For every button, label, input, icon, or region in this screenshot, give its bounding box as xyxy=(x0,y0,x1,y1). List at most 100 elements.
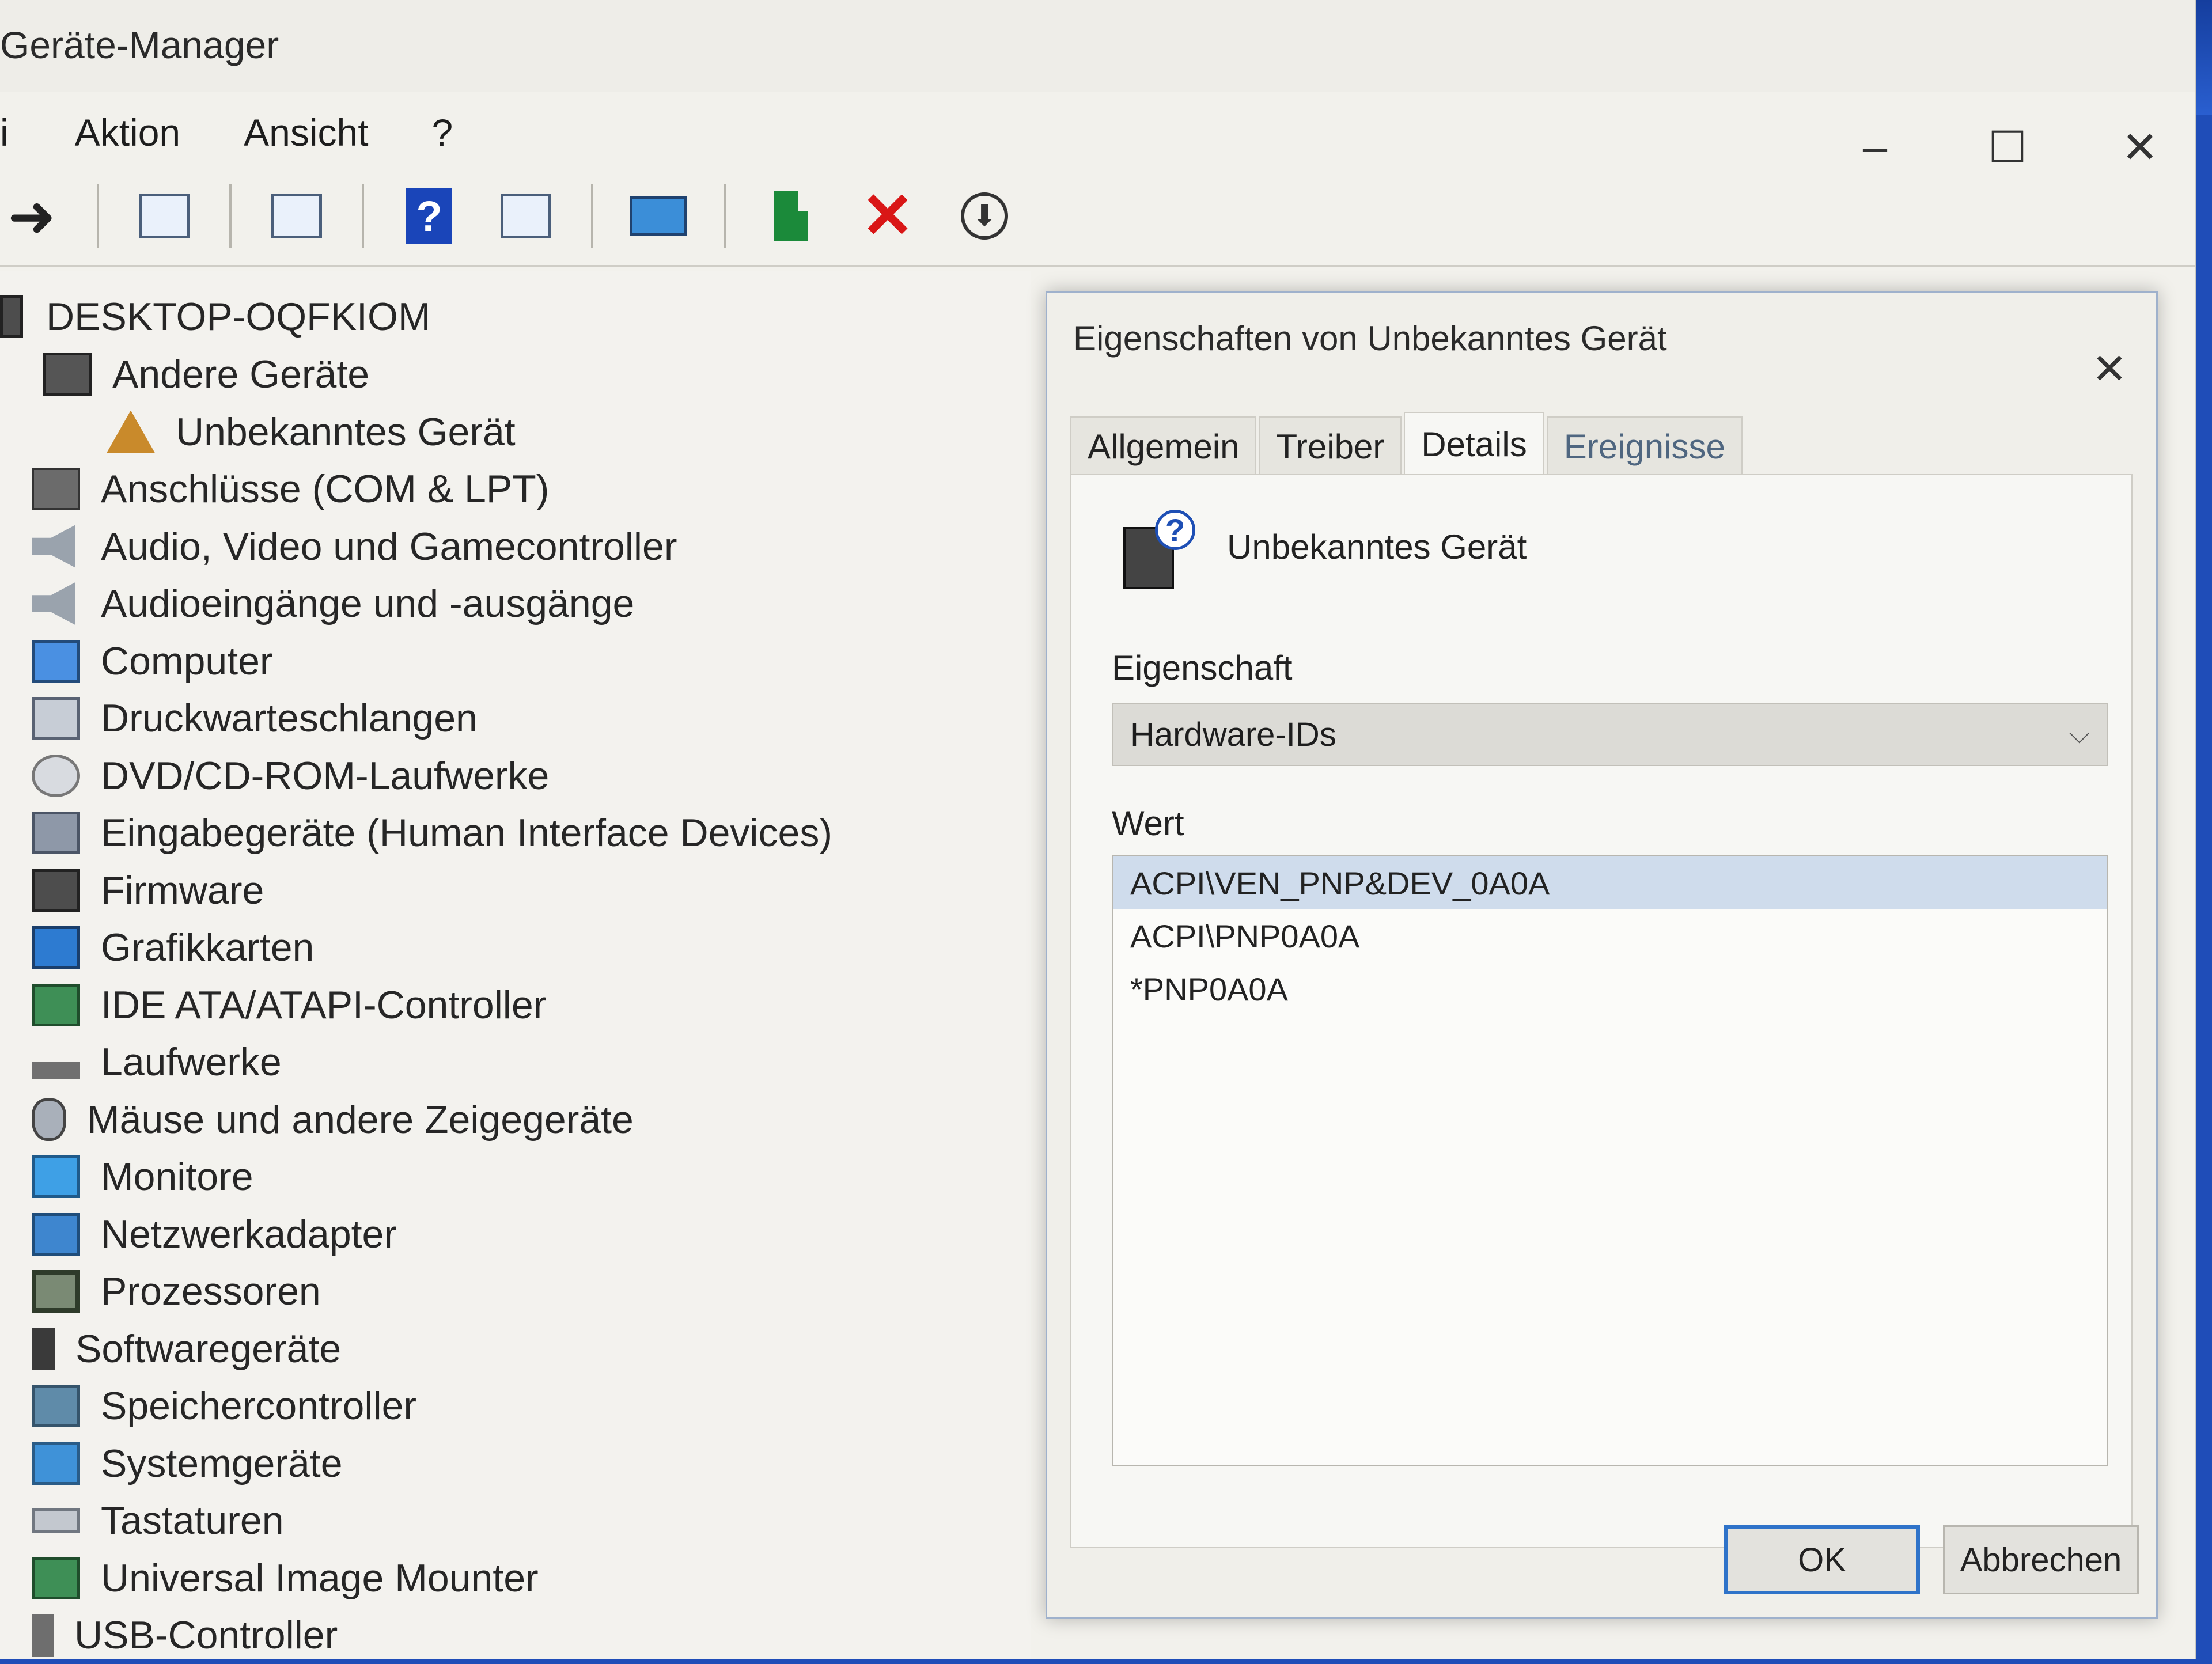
menu-ansicht[interactable]: Ansicht xyxy=(212,111,400,154)
menu-help[interactable]: ? xyxy=(400,111,485,154)
view-details-icon xyxy=(501,194,551,238)
tree-category-item[interactable]: Mäuse und andere Zeigegeräte xyxy=(32,1091,634,1148)
tab-ereignisse[interactable]: Ereignisse xyxy=(1546,416,1743,475)
tree-category-item[interactable]: Eingabegeräte (Human Interface Devices) xyxy=(32,804,832,862)
display-adapter-icon xyxy=(32,926,80,969)
scan-hardware-button[interactable] xyxy=(627,184,690,248)
hid-icon xyxy=(32,812,80,854)
download-glyph: ⬇ xyxy=(972,199,997,233)
firmware-icon xyxy=(32,869,80,912)
tree-category-item[interactable]: Druckwarteschlangen xyxy=(32,689,478,747)
tree-category-item[interactable]: Audioeingänge und -ausgänge xyxy=(32,575,634,632)
tree-category-item[interactable]: Firmware xyxy=(32,862,264,919)
toolbar-separator xyxy=(229,184,232,248)
toolbar: ➜ ? ✕ ⬇ xyxy=(0,167,2195,267)
properties-dialog: Eigenschaften von Unbekanntes Gerät ✕ Al… xyxy=(1046,291,2158,1619)
enable-device-button[interactable]: ⬇ xyxy=(953,184,1016,248)
menu-aktion[interactable]: Aktion xyxy=(43,111,212,154)
back-arrow-icon: ➜ xyxy=(7,184,56,249)
tree-item-label: Audioeingänge und -ausgänge xyxy=(101,582,635,626)
tree-category-item[interactable]: Monitore xyxy=(32,1148,253,1206)
tree-item-label: IDE ATA/ATAPI-Controller xyxy=(101,983,547,1027)
properties-pane-icon xyxy=(139,194,190,238)
tree-root[interactable]: DESKTOP-OQFKIOM xyxy=(0,288,430,346)
dialog-close-button[interactable]: ✕ xyxy=(2092,344,2127,394)
chevron-down-icon: ⌵ xyxy=(2069,719,2090,749)
tree-category-item[interactable]: IDE ATA/ATAPI-Controller xyxy=(32,976,546,1034)
processor-icon xyxy=(32,1270,80,1313)
tree-category-item[interactable]: Netzwerkadapter xyxy=(32,1206,397,1263)
tree-root-label: DESKTOP-OQFKIOM xyxy=(46,295,431,339)
tree-category-item[interactable]: Universal Image Mounter xyxy=(32,1549,539,1607)
help-button[interactable]: ? xyxy=(397,184,461,248)
tree-category-item[interactable]: Anschlüsse (COM & LPT) xyxy=(32,460,549,518)
help-icon: ? xyxy=(406,188,452,244)
details-panel: ? Unbekanntes Gerät Eigenschaft Hardware… xyxy=(1070,474,2133,1548)
tree-category-item[interactable]: Tastaturen xyxy=(32,1492,284,1549)
dialog-tabs: Allgemein Treiber Details Ereignisse xyxy=(1070,412,1745,475)
tree-category-item[interactable]: Grafikkarten xyxy=(32,919,314,976)
dialog-title: Eigenschaften von Unbekanntes Gerät xyxy=(1073,319,1667,358)
tab-allgemein[interactable]: Allgemein xyxy=(1070,416,1257,475)
forward-button[interactable]: ➜ xyxy=(0,184,63,249)
tree-item-label: DVD/CD-ROM-Laufwerke xyxy=(101,753,550,798)
value-list-item[interactable]: ACPI\VEN_PNP&DEV_0A0A xyxy=(1113,856,2107,909)
tree-item-label: Grafikkarten xyxy=(101,926,315,969)
window-title: Geräte-Manager xyxy=(0,24,279,66)
tree-item-label: Firmware xyxy=(101,868,264,912)
property-dropdown-value: Hardware-IDs xyxy=(1130,715,1336,753)
tree-category-item[interactable]: Laufwerke xyxy=(32,1033,282,1091)
tree-category-item[interactable]: Softwaregeräte xyxy=(32,1320,341,1378)
speaker-icon xyxy=(32,582,75,625)
tree-item-label: Mäuse und andere Zeigegeräte xyxy=(87,1097,634,1142)
view-list-icon xyxy=(271,194,322,238)
tree-item-label: Netzwerkadapter xyxy=(101,1212,397,1256)
tree-item-label: Systemgeräte xyxy=(101,1441,343,1485)
cancel-button[interactable]: Abbrechen xyxy=(1943,1525,2139,1594)
scan-monitor-icon xyxy=(630,196,687,236)
action-pane-button[interactable] xyxy=(494,184,558,248)
tree-item-label: Speichercontroller xyxy=(101,1384,417,1428)
question-mark-icon: ? xyxy=(1155,510,1195,550)
tree-item-label: Anschlüsse (COM & LPT) xyxy=(101,467,550,511)
value-list-item[interactable]: *PNP0A0A xyxy=(1113,962,2107,1015)
tree-category-item[interactable]: Andere Geräte xyxy=(43,346,369,403)
title-bar[interactable]: Geräte-Manager xyxy=(0,0,2195,92)
download-icon: ⬇ xyxy=(961,192,1008,240)
tree-item-label: Softwaregeräte xyxy=(75,1326,342,1371)
tree-item-label: Laufwerke xyxy=(101,1040,282,1084)
tree-category-item[interactable]: Computer xyxy=(32,632,273,690)
ok-button[interactable]: OK xyxy=(1724,1525,1920,1594)
device-tree[interactable]: DESKTOP-OQFKIOM Andere Geräte Unbekanntes… xyxy=(0,271,1031,1659)
device-name: Unbekanntes Gerät xyxy=(1227,528,1527,566)
tree-category-item[interactable]: Prozessoren xyxy=(32,1263,321,1320)
warning-device-icon xyxy=(107,410,155,453)
tree-category-item[interactable]: USB-Controller xyxy=(32,1606,338,1664)
uninstall-device-button[interactable]: ✕ xyxy=(856,184,919,248)
properties-button[interactable] xyxy=(265,184,328,248)
unknown-device-icon xyxy=(43,353,92,396)
tree-category-item[interactable]: Audio, Video und Gamecontroller xyxy=(32,518,677,575)
tree-category-item[interactable]: Speichercontroller xyxy=(32,1377,416,1435)
usb-icon xyxy=(32,1614,54,1657)
software-device-icon xyxy=(32,1327,55,1370)
value-listbox[interactable]: ACPI\VEN_PNP&DEV_0A0A ACPI\PNP0A0A *PNP0… xyxy=(1112,855,2108,1466)
speaker-icon xyxy=(32,525,75,568)
toolbar-separator xyxy=(362,184,364,248)
tab-details[interactable]: Details xyxy=(1404,412,1544,475)
menu-file[interactable]: i xyxy=(0,111,43,154)
property-dropdown[interactable]: Hardware-IDs ⌵ xyxy=(1112,703,2108,766)
menu-bar: i Aktion Ansicht ? xyxy=(0,98,484,167)
ide-controller-icon xyxy=(32,983,80,1026)
update-driver-button[interactable] xyxy=(759,184,823,248)
printer-icon xyxy=(32,697,80,740)
toolbar-separator xyxy=(97,184,99,248)
show-hide-console-tree-button[interactable] xyxy=(132,184,196,248)
tree-category-item[interactable]: Systemgeräte xyxy=(32,1435,343,1492)
value-list-item[interactable]: ACPI\PNP0A0A xyxy=(1113,909,2107,962)
tree-category-item[interactable]: DVD/CD-ROM-Laufwerke xyxy=(32,747,549,805)
tree-item-label: Universal Image Mounter xyxy=(101,1556,539,1600)
tab-treiber[interactable]: Treiber xyxy=(1259,416,1402,475)
tree-device-item[interactable]: Unbekanntes Gerät xyxy=(107,403,516,461)
dialog-buttons: OK Abbrechen xyxy=(1724,1525,2139,1594)
